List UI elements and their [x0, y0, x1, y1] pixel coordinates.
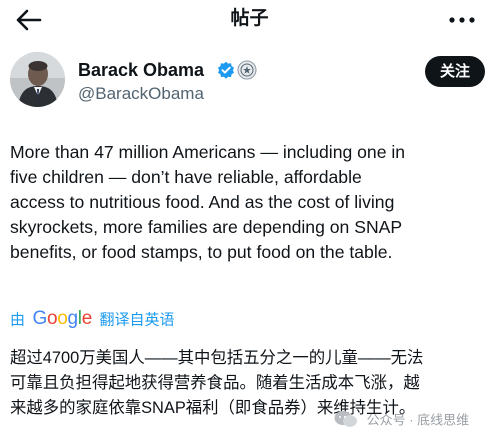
- more-options-button[interactable]: [447, 10, 477, 30]
- author-handle[interactable]: @BarackObama: [78, 83, 204, 105]
- tweet-line: More than 47 million Americans — includi…: [10, 142, 406, 162]
- translate-from-label: 翻译自英语: [99, 311, 175, 329]
- more-horizontal-icon: [449, 17, 475, 23]
- translated-line: 可靠且负担得起地获得营养食品。随着生活成本飞涨，越: [10, 374, 420, 392]
- tweet-text: More than 47 million Americans — includi…: [10, 140, 495, 265]
- translation-attribution[interactable]: 由 Google 翻译自英语: [10, 308, 310, 332]
- page-title: 帖子: [230, 8, 269, 29]
- avatar[interactable]: [10, 52, 65, 107]
- follow-button[interactable]: 关注: [425, 56, 485, 87]
- author-name[interactable]: Barack Obama: [78, 59, 204, 81]
- author-header: Barack Obama @BarackObama 关注: [10, 52, 490, 112]
- translated-line: 超过4700万美国人——其中包括五分之一的儿童——无法: [10, 349, 424, 367]
- tweet-line: access to nutritious food. And as the co…: [10, 192, 395, 212]
- watermark: 公众号 · 底线思维: [333, 409, 495, 433]
- tweet-line: skyrockets, more families are depending …: [10, 217, 403, 237]
- wechat-icon: [333, 409, 359, 429]
- government-seal-icon: [237, 60, 257, 80]
- tweet-line: benefits, or food stamps, to put food on…: [10, 242, 393, 262]
- watermark-text: 公众号 · 底线思维: [366, 412, 470, 428]
- top-bar: 帖子: [0, 0, 499, 40]
- verified-badge-icon: [217, 61, 235, 79]
- google-logo: Google: [32, 308, 92, 329]
- tweet-line: five children — don’t have reliable, aff…: [10, 167, 362, 187]
- translate-by-label: 由: [10, 311, 26, 329]
